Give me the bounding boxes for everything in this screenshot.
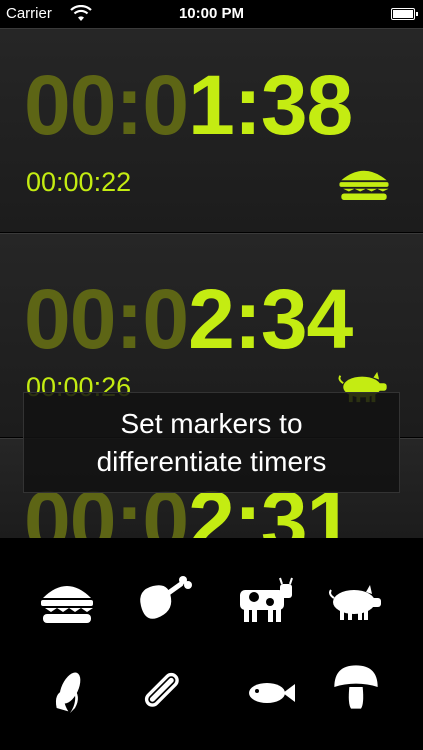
tooltip-line-1: Set markers to (120, 408, 303, 439)
pig-icon[interactable] (326, 580, 386, 630)
timer-display: 00:02:34 (24, 277, 353, 361)
corn-icon[interactable] (40, 668, 100, 718)
mushroom-icon[interactable] (326, 662, 386, 712)
marker-time: 00:00:22 (26, 167, 132, 197)
timer-display: 00:01:38 (24, 63, 353, 147)
chicken-leg-icon[interactable] (133, 576, 193, 626)
timer-digits-active: 2:34 (188, 272, 353, 366)
battery-icon (391, 8, 418, 20)
burger-icon[interactable] (37, 578, 97, 628)
cow-icon[interactable] (236, 576, 296, 626)
timer-digits-inactive: 00:0 (24, 58, 189, 152)
status-bar: Carrier 10:00 PM (0, 0, 423, 28)
timer-digits-active: 1:38 (188, 58, 353, 152)
fish-icon[interactable] (237, 668, 297, 718)
hotdog-icon[interactable] (131, 664, 191, 714)
tooltip: Set markers to differentiate timers (23, 392, 400, 493)
marker-palette (0, 538, 423, 750)
status-time: 10:00 PM (178, 5, 245, 22)
timer-row[interactable]: 00:01:38 00:00:22 (0, 28, 423, 232)
tooltip-line-2: differentiate timers (96, 446, 327, 477)
timer-digits-inactive: 00:0 (24, 272, 189, 366)
burger-icon[interactable] (335, 167, 393, 201)
